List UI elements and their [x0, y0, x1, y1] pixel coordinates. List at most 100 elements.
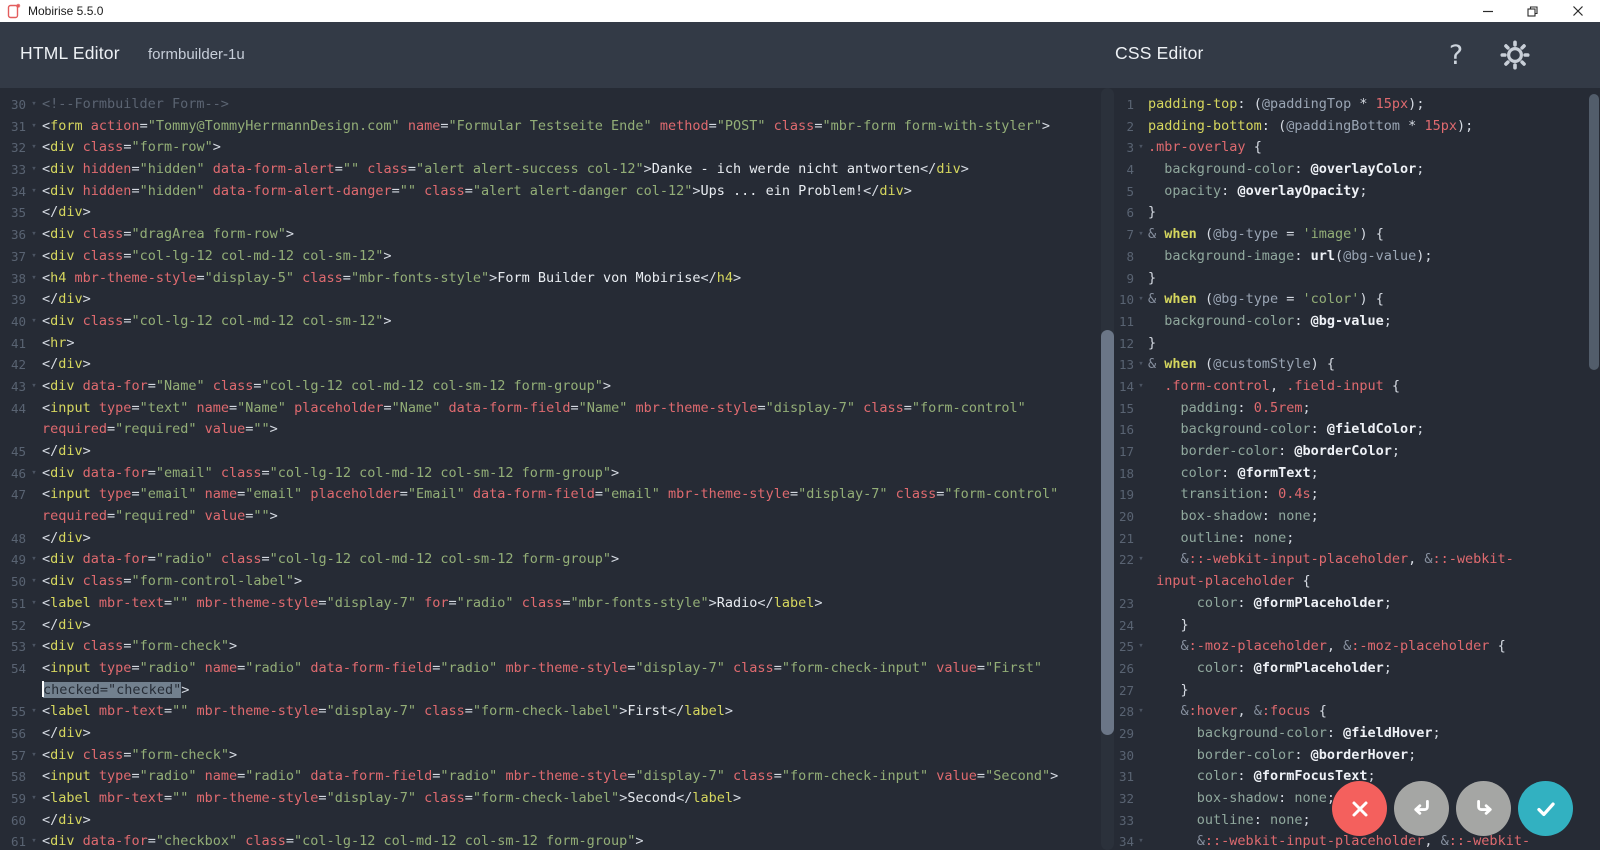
line-number: 47: [0, 484, 26, 506]
html-code-area[interactable]: 30▾<!--Formbuilder Form-->31▾<form actio…: [0, 88, 1100, 850]
code-line: 7▾& when (@bg-type = 'image') {: [1100, 224, 1590, 246]
line-number: 46: [0, 463, 26, 485]
code-line: 33▾<div hidden="hidden" data-form-alert=…: [0, 159, 1100, 181]
fold-arrow-icon[interactable]: ▾: [26, 311, 42, 333]
fold-arrow-icon[interactable]: ▾: [1134, 636, 1148, 658]
line-number: [0, 506, 26, 528]
code-line: 26 color: @formPlaceholder;: [1100, 658, 1590, 680]
fold-arrow-icon[interactable]: ▾: [26, 636, 42, 658]
code-line: 60</div>: [0, 810, 1100, 832]
html-editor-panel: 30▾<!--Formbuilder Form-->31▾<form actio…: [0, 88, 1100, 850]
code-line: 11 background-color: @bg-value;: [1100, 311, 1590, 333]
editor-area: 30▾<!--Formbuilder Form-->31▾<form actio…: [0, 88, 1600, 850]
code-line: 13▾& when (@customStyle) {: [1100, 354, 1590, 376]
tab-label: formbuilder-1u: [148, 46, 245, 63]
checkmark-icon: [1533, 796, 1559, 822]
window-scrollbar-thumb[interactable]: [1589, 94, 1599, 370]
code-line: 46▾<div data-for="email" class="col-lg-1…: [0, 463, 1100, 485]
fold-arrow-icon[interactable]: ▾: [1134, 289, 1148, 311]
code-line: 52</div>: [0, 615, 1100, 637]
fold-arrow-icon[interactable]: ▾: [1134, 831, 1148, 850]
fold-arrow-icon[interactable]: ▾: [26, 116, 42, 138]
restore-button[interactable]: [1510, 0, 1555, 22]
fold-arrow-icon[interactable]: ▾: [26, 549, 42, 571]
line-number: 34: [0, 181, 26, 203]
code-line: 17 border-color: @borderColor;: [1100, 441, 1590, 463]
apply-button[interactable]: [1518, 781, 1573, 836]
fold-arrow-icon[interactable]: ▾: [26, 224, 42, 246]
fold-arrow-icon[interactable]: ▾: [26, 376, 42, 398]
fold-arrow-icon[interactable]: ▾: [26, 268, 42, 290]
line-number: 39: [0, 289, 26, 311]
code-line: 22▾ &::-webkit-input-placeholder, &::-we…: [1100, 549, 1590, 571]
code-line: required="required" value="">: [0, 506, 1100, 528]
fold-arrow-icon[interactable]: ▾: [1134, 701, 1148, 723]
fold-arrow-icon[interactable]: ▾: [1134, 549, 1148, 571]
line-number: 44: [0, 398, 26, 420]
code-line: 61▾<div data-for="checkbox" class="col-l…: [0, 831, 1100, 850]
code-line: 24 }: [1100, 615, 1590, 637]
fold-arrow-icon[interactable]: ▾: [26, 593, 42, 615]
settings-gear-icon[interactable]: [1498, 38, 1532, 72]
line-number: 45: [0, 441, 26, 463]
code-line: 19 transition: 0.4s;: [1100, 484, 1590, 506]
redo-arrow-icon: [1471, 796, 1497, 822]
fold-arrow-icon[interactable]: ▾: [1134, 354, 1148, 376]
mobirise-logo-icon: [7, 3, 21, 19]
code-line: 34▾ &::-webkit-input-placeholder, &::-we…: [1100, 831, 1590, 850]
tab-formbuilder[interactable]: formbuilder-1u: [138, 22, 312, 88]
code-line: 10▾& when (@bg-type = 'color') {: [1100, 289, 1590, 311]
css-editor-title: CSS Editor: [1115, 43, 1204, 64]
fold-arrow-icon[interactable]: ▾: [26, 94, 42, 116]
close-button[interactable]: [1555, 0, 1600, 22]
fold-arrow-icon[interactable]: ▾: [26, 159, 42, 181]
line-number: 43: [0, 376, 26, 398]
line-number: 52: [0, 615, 26, 637]
code-line: 25▾ &:-moz-placeholder, &:-moz-placehold…: [1100, 636, 1590, 658]
fold-arrow-icon[interactable]: ▾: [26, 181, 42, 203]
line-number: 38: [0, 268, 26, 290]
line-number: 30: [0, 94, 26, 116]
fold-arrow-icon[interactable]: ▾: [1134, 376, 1148, 398]
fold-arrow-icon[interactable]: ▾: [1134, 224, 1148, 246]
fold-arrow-icon[interactable]: ▾: [26, 571, 42, 593]
line-number: 51: [0, 593, 26, 615]
fold-arrow-icon[interactable]: ▾: [26, 246, 42, 268]
code-line: 50▾<div class="form-control-label">: [0, 571, 1100, 593]
line-number: [0, 419, 26, 441]
fold-arrow-icon[interactable]: ▾: [26, 137, 42, 159]
fold-arrow-icon[interactable]: ▾: [1134, 137, 1148, 159]
help-icon[interactable]: ?: [1439, 38, 1473, 72]
fold-arrow-icon[interactable]: ▾: [26, 745, 42, 767]
line-number: 35: [0, 202, 26, 224]
line-number: 49: [0, 549, 26, 571]
css-scrollbar-thumb[interactable]: [1101, 330, 1114, 735]
code-line: 23 color: @formPlaceholder;: [1100, 593, 1590, 615]
fold-arrow-icon[interactable]: ▾: [26, 831, 42, 850]
code-line: 43▾<div data-for="Name" class="col-lg-12…: [0, 376, 1100, 398]
code-line: 42</div>: [0, 354, 1100, 376]
code-line: 59▾<label mbr-text="" mbr-theme-style="d…: [0, 788, 1100, 810]
redo-button[interactable]: [1456, 781, 1511, 836]
line-number: 60: [0, 810, 26, 832]
line-number: 36: [0, 224, 26, 246]
code-line: 28▾ &:hover, &:focus {: [1100, 701, 1590, 723]
code-line: 41<hr>: [0, 333, 1100, 355]
code-line: 40▾<div class="col-lg-12 col-md-12 col-s…: [0, 311, 1100, 333]
fold-arrow-icon[interactable]: ▾: [26, 701, 42, 723]
code-line: 12}: [1100, 333, 1590, 355]
line-number: 58: [0, 766, 26, 788]
line-number: 55: [0, 701, 26, 723]
undo-button[interactable]: [1394, 781, 1449, 836]
minimize-button[interactable]: [1465, 0, 1510, 22]
x-icon: [1348, 797, 1372, 821]
discard-button[interactable]: [1332, 781, 1387, 836]
code-line: 30 border-color: @borderHover;: [1100, 745, 1590, 767]
editor-header: HTML Editor formbuilder-1u CSS Editor ?: [0, 22, 1600, 88]
fold-arrow-icon[interactable]: ▾: [26, 463, 42, 485]
line-number: 59: [0, 788, 26, 810]
code-line: checked="checked">: [0, 680, 1100, 702]
css-code-area[interactable]: 1padding-top: (@paddingTop * 15px);2padd…: [1100, 88, 1590, 850]
line-number: 53: [0, 636, 26, 658]
fold-arrow-icon[interactable]: ▾: [26, 788, 42, 810]
